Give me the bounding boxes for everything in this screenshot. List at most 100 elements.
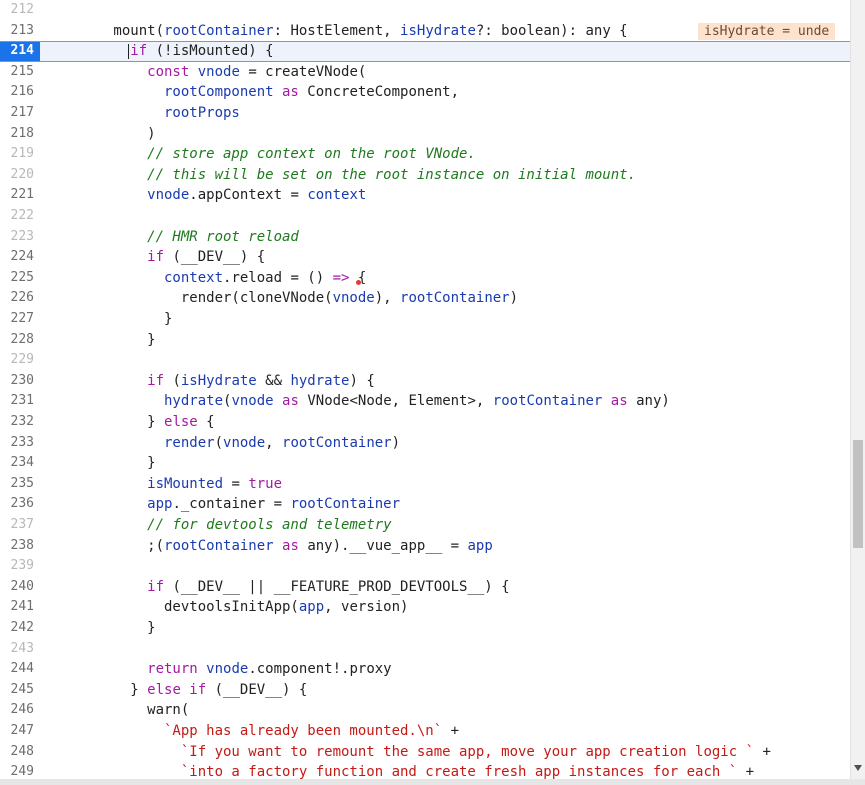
code-line[interactable]: 217 rootProps (0, 103, 850, 124)
line-number[interactable]: 237 (0, 515, 40, 536)
code-line[interactable]: 223 // HMR root reload (0, 227, 850, 248)
code-line[interactable]: 242 } (0, 618, 850, 639)
line-number[interactable]: 238 (0, 536, 40, 557)
code-token: ( (214, 434, 224, 451)
line-number[interactable]: 233 (0, 433, 40, 454)
line-number[interactable]: 223 (0, 227, 40, 248)
code-line[interactable]: 228 } (0, 330, 850, 351)
code-text: } (46, 309, 172, 330)
line-number[interactable]: 246 (0, 700, 40, 721)
code-line[interactable]: 244 return vnode.component!.proxy (0, 659, 850, 680)
code-line[interactable]: 236 app._container = rootContainer (0, 494, 850, 515)
line-number[interactable]: 213 (0, 21, 40, 42)
line-number[interactable]: 232 (0, 412, 40, 433)
vertical-scrollbar[interactable] (850, 0, 865, 779)
code-token: context (46, 269, 224, 286)
code-line[interactable]: 215 const vnode = createVNode( (0, 62, 850, 83)
code-token: (__DEV__) { (164, 249, 266, 266)
code-token: rootContainer (164, 22, 274, 39)
code-line[interactable]: 237 // for devtools and telemetry (0, 515, 850, 536)
line-number[interactable]: 242 (0, 618, 40, 639)
code-line[interactable]: 246 warn( (0, 700, 850, 721)
code-token: ?: boolean): any { (475, 22, 628, 39)
code-line[interactable]: 224 if (__DEV__) { (0, 247, 850, 268)
line-number[interactable]: 222 (0, 206, 40, 227)
code-line[interactable]: 225 context.reload = () => { (0, 268, 850, 289)
code-editor[interactable]: 212 213 mount(rootContainer: HostElement,… (0, 0, 850, 779)
code-text: vnode.appContext = context (46, 185, 366, 206)
code-line[interactable]: 213 mount(rootContainer: HostElement, is… (0, 21, 850, 42)
code-line[interactable]: 241 devtoolsInitApp(app, version) (0, 597, 850, 618)
line-number[interactable]: 228 (0, 330, 40, 351)
code-token: , version) (324, 599, 409, 616)
code-line[interactable]: 227 } (0, 309, 850, 330)
line-number[interactable]: 220 (0, 165, 40, 186)
line-number[interactable]: 236 (0, 494, 40, 515)
line-number[interactable]: 214 (0, 42, 40, 61)
line-number[interactable]: 221 (0, 185, 40, 206)
line-number[interactable]: 244 (0, 659, 40, 680)
code-line[interactable]: 238 ;(rootContainer as any).__vue_app__ … (0, 536, 850, 557)
code-line[interactable]: 240 if (__DEV__ || __FEATURE_PROD_DEVTOO… (0, 577, 850, 598)
code-token: ) (509, 290, 519, 307)
line-number[interactable]: 248 (0, 742, 40, 763)
line-number[interactable]: 245 (0, 680, 40, 701)
code-token: warn( (46, 702, 190, 719)
line-number[interactable]: 241 (0, 597, 40, 618)
code-line[interactable]: 235 isMounted = true (0, 474, 850, 495)
line-number[interactable]: 230 (0, 371, 40, 392)
horizontal-scrollbar[interactable] (0, 779, 865, 785)
code-line[interactable]: 222 (0, 206, 850, 227)
line-number[interactable]: 240 (0, 577, 40, 598)
inline-breakpoint-icon[interactable] (356, 279, 361, 285)
line-number[interactable]: 216 (0, 82, 40, 103)
code-line[interactable]: 249 `into a factory function and create … (0, 762, 850, 779)
line-number[interactable]: 224 (0, 247, 40, 268)
line-number[interactable]: 229 (0, 350, 40, 371)
code-line[interactable]: 239 (0, 556, 850, 577)
line-number[interactable]: 212 (0, 0, 40, 21)
scrollbar-thumb[interactable] (853, 440, 863, 548)
line-number[interactable]: 234 (0, 453, 40, 474)
line-number[interactable]: 218 (0, 124, 40, 145)
code-line[interactable]: 230 if (isHydrate && hydrate) { (0, 371, 850, 392)
code-line[interactable]: 226 render(cloneVNode(vnode), rootContai… (0, 288, 850, 309)
code-line[interactable]: 232 } else { (0, 412, 850, 433)
code-token: any).__vue_app__ = (298, 537, 468, 554)
code-token: true (248, 475, 283, 492)
code-token: `If you want to remount the same app, mo… (46, 743, 755, 760)
code-line[interactable]: 221 vnode.appContext = context (0, 185, 850, 206)
code-line[interactable]: 245 } else if (__DEV__) { (0, 680, 850, 701)
code-line[interactable]: 247 `App has already been mounted.\n` + (0, 721, 850, 742)
code-line[interactable]: 248 `If you want to remount the same app… (0, 742, 850, 763)
code-line[interactable]: 243 (0, 639, 850, 660)
code-line-active[interactable]: 214 if (!isMounted) { (0, 41, 850, 62)
line-number[interactable]: 226 (0, 288, 40, 309)
line-number[interactable]: 227 (0, 309, 40, 330)
code-token: = createVNode( (239, 63, 367, 80)
line-number[interactable]: 249 (0, 762, 40, 779)
code-token: if (46, 43, 148, 60)
code-line[interactable]: 234 } (0, 453, 850, 474)
line-number[interactable]: 231 (0, 391, 40, 412)
line-number[interactable]: 243 (0, 639, 40, 660)
code-line[interactable]: 231 hydrate(vnode as VNode<Node, Element… (0, 391, 850, 412)
code-line[interactable]: 212 (0, 0, 850, 21)
line-number[interactable]: 247 (0, 721, 40, 742)
line-number[interactable]: 215 (0, 62, 40, 83)
code-token: `App has already been mounted.\n` (46, 723, 443, 739)
code-line[interactable]: 220 // this will be set on the root inst… (0, 165, 850, 186)
code-line[interactable]: 218 ) (0, 124, 850, 145)
line-number[interactable]: 217 (0, 103, 40, 124)
line-number[interactable]: 235 (0, 474, 40, 495)
code-line[interactable]: 229 (0, 350, 850, 371)
code-line[interactable]: 216 rootComponent as ConcreteComponent, (0, 82, 850, 103)
code-line[interactable]: 219 // store app context on the root VNo… (0, 144, 850, 165)
line-number[interactable]: 225 (0, 268, 40, 289)
code-token: (__DEV__ || __FEATURE_PROD_DEVTOOLS__) { (164, 578, 510, 595)
line-number[interactable]: 219 (0, 144, 40, 165)
code-line[interactable]: 233 render(vnode, rootContainer) (0, 433, 850, 454)
scroll-down-arrow-icon[interactable] (854, 765, 862, 771)
line-number[interactable]: 239 (0, 556, 40, 577)
